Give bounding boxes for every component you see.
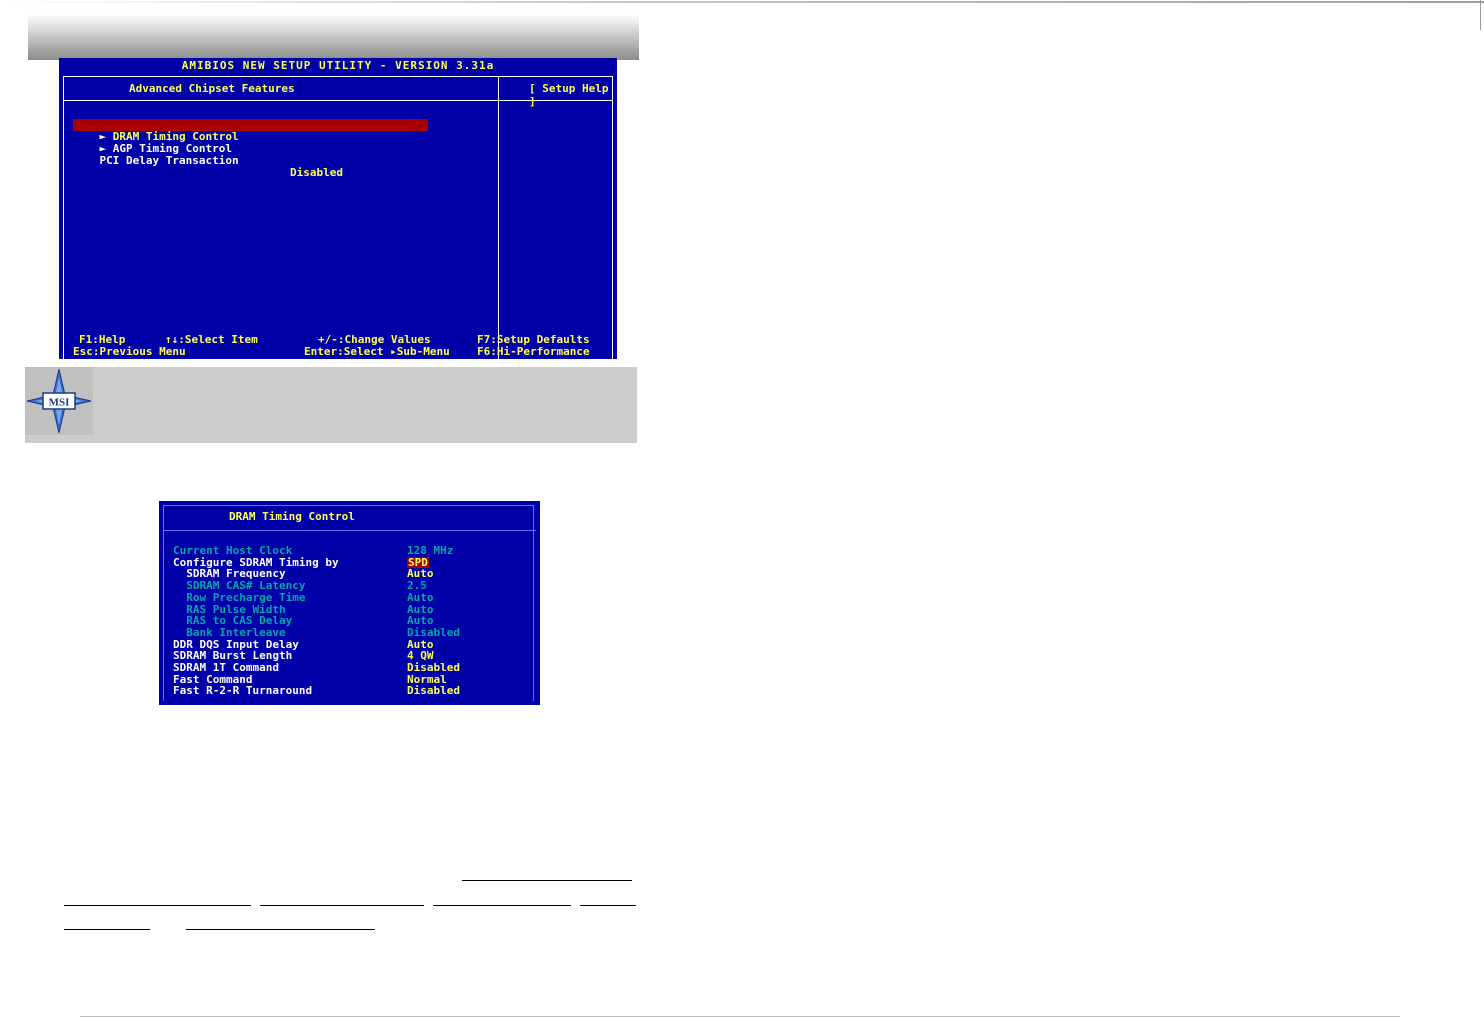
dram-setting-value: 128 MHz <box>407 544 454 557</box>
menu-item-pci-delay[interactable]: PCI Delay Transaction Disabled <box>73 143 433 179</box>
dram-setting-row[interactable]: SDRAM 1T Command Disabled <box>173 662 533 674</box>
dram-setting-value: Auto <box>407 590 434 604</box>
dram-setting-row: Current Host Clock 128 MHz <box>173 545 533 557</box>
top-rule <box>0 1 1484 3</box>
dram-setting-label: Current Host Clock <box>173 544 293 557</box>
link-underline[interactable] <box>433 905 571 906</box>
link-underline[interactable] <box>64 929 150 930</box>
footer-prev-menu: Esc:Previous Menu <box>73 345 186 358</box>
dram-setting-label: Bank Interleave <box>173 625 286 639</box>
link-underline[interactable] <box>186 929 375 930</box>
dram-setting-label: SDRAM 1T Command <box>173 661 279 674</box>
bios-heading-rule <box>63 100 499 101</box>
link-underline[interactable] <box>580 905 636 906</box>
dram-setting-row[interactable]: Fast R-2-R Turnaround Disabled <box>173 685 533 697</box>
menu-item-dram-timing[interactable]: ► DRAM Timing Control <box>73 119 428 143</box>
header-bar <box>28 14 639 60</box>
right-rule <box>1480 0 1481 30</box>
dram-setting-value[interactable]: Disabled <box>407 662 460 674</box>
link-underline[interactable] <box>462 880 632 881</box>
footer-sub-menu: Enter:Select ▸Sub-Menu <box>304 345 450 358</box>
dram-setting-label: Fast R-2-R Turnaround <box>173 684 313 698</box>
dram-setting-row: Bank Interleave Disabled <box>173 627 533 639</box>
dram-setting-value: Disabled <box>407 625 460 639</box>
menu-item-label: PCI Delay Transaction <box>99 154 239 167</box>
setup-help-heading: [ Setup Help ] <box>529 82 609 108</box>
note-box: MSI <box>25 367 637 443</box>
msi-logo-text: MSI <box>49 397 70 409</box>
link-underline[interactable] <box>260 905 424 906</box>
msi-logo-icon: MSI <box>25 367 93 435</box>
link-underline[interactable] <box>64 905 251 906</box>
dram-setting-row: Row Precharge Time Auto <box>173 592 533 604</box>
bios-screen: AMIBIOS NEW SETUP UTILITY - VERSION 3.31… <box>59 58 617 388</box>
menu-item-agp-timing[interactable]: ► AGP Timing Control <box>73 131 232 155</box>
dram-title: DRAM Timing Control <box>229 510 355 523</box>
dram-setting-label: Row Precharge Time <box>173 590 306 604</box>
bottom-rule <box>80 1016 1400 1017</box>
bios-heading: Advanced Chipset Features <box>129 82 295 95</box>
dram-setting-value[interactable]: Disabled <box>407 685 460 697</box>
bios-title: AMIBIOS NEW SETUP UTILITY - VERSION 3.31… <box>181 59 495 72</box>
dram-title-rule <box>163 530 536 531</box>
menu-item-value[interactable]: Disabled <box>290 167 343 179</box>
footer-hi-performance: F6:Hi-Performance <box>477 345 590 358</box>
dram-timing-screen: DRAM Timing Control Current Host Clock 12… <box>159 501 540 705</box>
